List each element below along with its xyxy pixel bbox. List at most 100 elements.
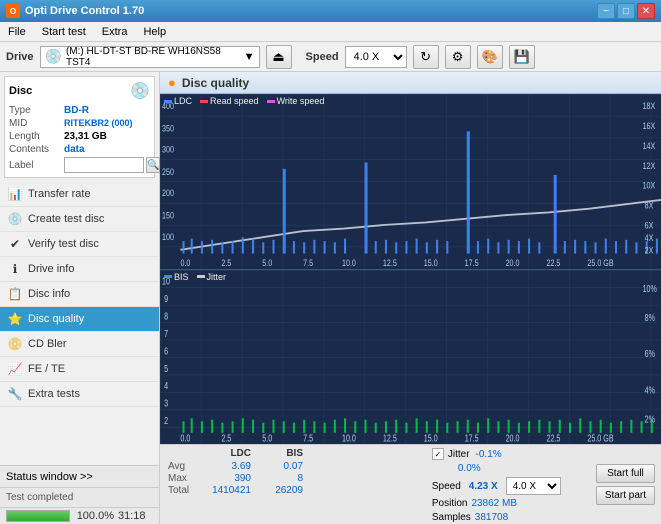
- svg-text:4: 4: [164, 379, 168, 391]
- disc-quality-header-icon: ●: [168, 75, 176, 90]
- nav-extra-tests[interactable]: 🔧 Extra tests: [0, 382, 159, 407]
- nav-create-test-disc[interactable]: 💿 Create test disc: [0, 207, 159, 232]
- nav-fe-te[interactable]: 📈 FE / TE: [0, 357, 159, 382]
- stats-avg-row: Avg 3.69 0.07: [166, 461, 428, 472]
- svg-text:15.0: 15.0: [424, 432, 438, 444]
- chart-top: LDC Read speed Write speed: [160, 94, 661, 270]
- progress-bar-area: Test completed: [0, 487, 159, 507]
- speed-select-small[interactable]: 4.0 X 8.0 X: [506, 477, 561, 495]
- svg-text:17.5: 17.5: [465, 432, 479, 444]
- disc-section-label: Disc: [9, 85, 32, 97]
- drive-select-container[interactable]: 💿 (M:) HL-DT-ST BD-RE WH16NS58 TST4 ▼: [40, 46, 260, 68]
- color-button[interactable]: 🎨: [477, 45, 503, 69]
- start-full-button[interactable]: Start full: [596, 464, 655, 483]
- svg-text:6%: 6%: [645, 347, 655, 359]
- status-window[interactable]: Status window >>: [0, 465, 159, 487]
- samples-row: Samples 381708: [432, 512, 592, 523]
- disc-quality-icon: ⭐: [8, 312, 22, 326]
- svg-text:150: 150: [162, 211, 174, 221]
- jitter-legend-label: Jitter: [207, 272, 227, 282]
- svg-text:0.0: 0.0: [180, 258, 190, 268]
- save-button[interactable]: 💾: [509, 45, 535, 69]
- create-test-disc-icon: 💿: [8, 212, 22, 226]
- stats-max-bis: 8: [255, 473, 305, 484]
- drive-value: (M:) HL-DT-ST BD-RE WH16NS58 TST4: [66, 46, 240, 68]
- eject-button[interactable]: ⏏: [266, 45, 292, 69]
- mid-value: RITEKBR2 (000): [64, 118, 133, 129]
- drive-label: Drive: [6, 51, 34, 63]
- nav-disc-quality[interactable]: ⭐ Disc quality: [0, 307, 159, 332]
- position-row: Position 23862 MB: [432, 498, 592, 509]
- settings-button[interactable]: ⚙: [445, 45, 471, 69]
- legend-write-speed: Write speed: [267, 96, 325, 106]
- menu-start-test[interactable]: Start test: [38, 25, 90, 39]
- nav-disc-info[interactable]: 📋 Disc info: [0, 282, 159, 307]
- legend-ldc: LDC: [164, 96, 192, 106]
- app-title: Opti Drive Control 1.70: [25, 5, 144, 17]
- read-speed-legend-dot: [200, 100, 208, 103]
- cd-bler-icon: 📀: [8, 337, 22, 351]
- chart-bottom-legend: BIS Jitter: [164, 272, 226, 282]
- jitter-checkbox[interactable]: ✓: [432, 448, 444, 460]
- stats-right: ✓ Jitter -0.1% 0.0% Speed 4.23 X 4.0 X 8…: [432, 448, 592, 521]
- svg-text:25.0 GB: 25.0 GB: [587, 432, 613, 444]
- nav-cd-bler-label: CD Bler: [28, 338, 67, 350]
- nav-create-test-disc-label: Create test disc: [28, 213, 104, 225]
- length-value: 23,31 GB: [64, 131, 107, 142]
- disc-quality-header: ● Disc quality: [160, 72, 661, 94]
- svg-text:14X: 14X: [643, 141, 656, 151]
- svg-text:5: 5: [164, 362, 168, 374]
- read-speed-legend-label: Read speed: [210, 96, 259, 106]
- stats-ldc-header: LDC: [203, 448, 253, 459]
- stats-avg-ldc: 3.69: [203, 461, 253, 472]
- svg-text:17.5: 17.5: [465, 258, 479, 268]
- svg-text:7.5: 7.5: [303, 258, 313, 268]
- nav-disc-info-label: Disc info: [28, 288, 70, 300]
- jitter-avg-val: -0.1%: [474, 449, 504, 460]
- progress-time: 31:18: [118, 510, 153, 522]
- stats-max-row: Max 390 8: [166, 473, 428, 484]
- svg-text:10%: 10%: [643, 282, 657, 294]
- stats-total-bis: 26209: [255, 485, 305, 496]
- nav-cd-bler[interactable]: 📀 CD Bler: [0, 332, 159, 357]
- label-input[interactable]: [64, 157, 144, 173]
- bis-legend-dot: [164, 275, 172, 278]
- svg-text:250: 250: [162, 167, 174, 177]
- nav-verify-test-disc[interactable]: ✔ Verify test disc: [0, 232, 159, 257]
- close-button[interactable]: ✕: [637, 3, 655, 19]
- contents-label: Contents: [9, 144, 64, 155]
- menu-help[interactable]: Help: [139, 25, 170, 39]
- main-area: Disc 💿 Type BD-R MID RITEKBR2 (000) Leng…: [0, 72, 661, 524]
- menu-file[interactable]: File: [4, 25, 30, 39]
- svg-text:8X: 8X: [645, 201, 654, 211]
- svg-text:10.0: 10.0: [342, 432, 356, 444]
- nav-fe-te-label: FE / TE: [28, 363, 65, 375]
- start-part-button[interactable]: Start part: [596, 486, 655, 505]
- label-search-button[interactable]: 🔍: [146, 157, 160, 173]
- minimize-button[interactable]: −: [597, 3, 615, 19]
- svg-text:2: 2: [164, 414, 168, 426]
- drive-info-icon: ℹ: [8, 262, 22, 276]
- nav-transfer-rate[interactable]: 📊 Transfer rate: [0, 182, 159, 207]
- charts-container: LDC Read speed Write speed: [160, 94, 661, 444]
- progress-text: 100.0%: [74, 510, 114, 522]
- nav-verify-test-disc-label: Verify test disc: [28, 238, 99, 250]
- maximize-button[interactable]: □: [617, 3, 635, 19]
- jitter-max-row: 0.0%: [432, 463, 592, 474]
- refresh-button[interactable]: ↻: [413, 45, 439, 69]
- menu-extra[interactable]: Extra: [98, 25, 132, 39]
- stats-avg-bis: 0.07: [255, 461, 305, 472]
- chart-top-svg: 0.0 2.5 5.0 7.5 10.0 12.5 15.0 17.5 20.0…: [160, 94, 661, 269]
- svg-text:2%: 2%: [645, 413, 655, 425]
- svg-text:18X: 18X: [643, 101, 656, 111]
- app-icon: O: [6, 4, 20, 18]
- svg-text:20.0: 20.0: [506, 432, 520, 444]
- jitter-label: Jitter: [448, 449, 470, 460]
- stats-table: LDC BIS Avg 3.69 0.07 Max 390 8 Total 14…: [166, 448, 428, 521]
- nav-drive-info[interactable]: ℹ Drive info: [0, 257, 159, 282]
- type-label: Type: [9, 105, 64, 116]
- speed-select[interactable]: 4.0 X 8.0 X 12.0 X: [345, 46, 407, 68]
- legend-jitter: Jitter: [197, 272, 227, 282]
- stats-total-row: Total 1410421 26209: [166, 485, 428, 496]
- chart-top-legend: LDC Read speed Write speed: [164, 96, 324, 106]
